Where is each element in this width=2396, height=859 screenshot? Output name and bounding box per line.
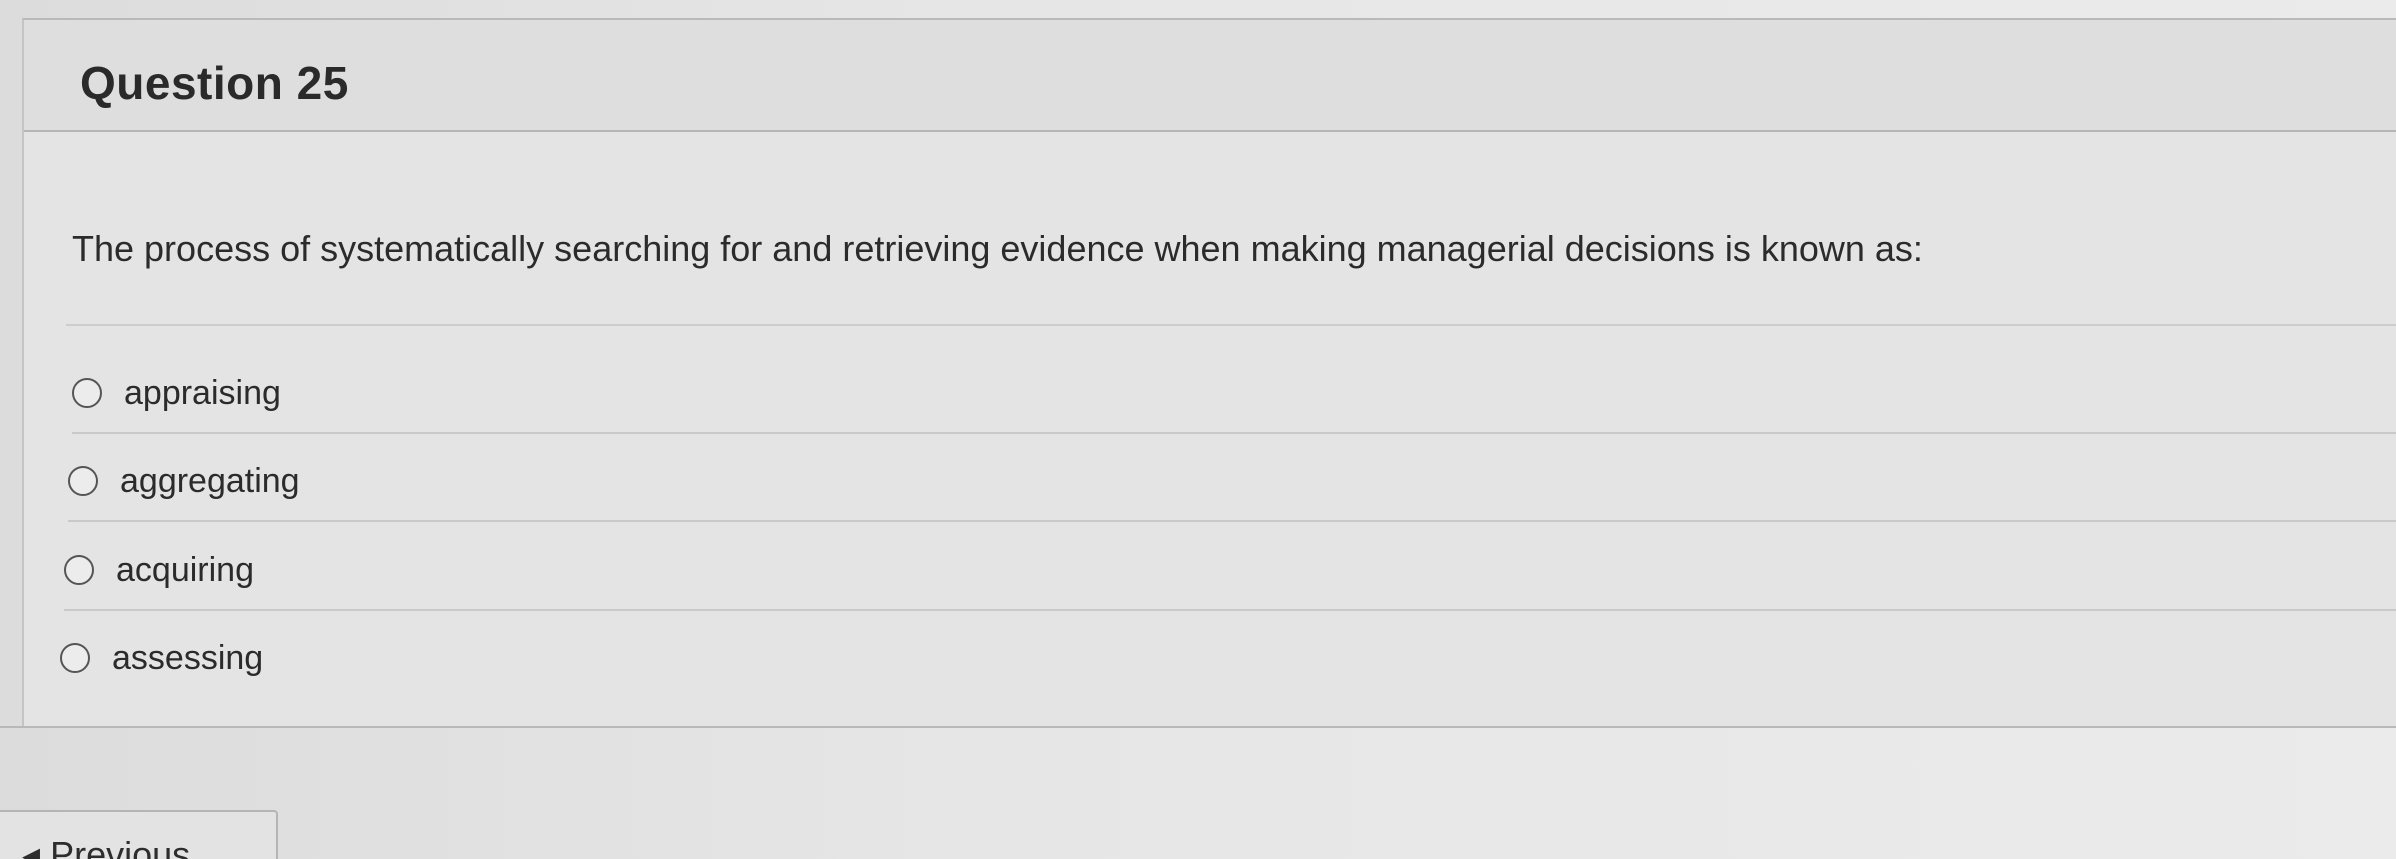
answer-label[interactable]: aggregating (120, 462, 300, 501)
previous-button-label: Previous (50, 834, 191, 859)
previous-button[interactable]: ◂ Previous (0, 810, 278, 859)
radio-button[interactable] (60, 643, 90, 673)
question-header: Question 25 (24, 20, 2396, 132)
answer-option-acquiring[interactable]: acquiring (64, 535, 2396, 605)
radio-button[interactable] (68, 466, 98, 496)
quiz-page: Question 25 The process of systematicall… (0, 0, 2396, 859)
answer-option-appraising[interactable]: appraising (72, 358, 2396, 428)
radio-button[interactable] (72, 378, 102, 408)
radio-button[interactable] (64, 555, 94, 585)
chevron-left-icon: ◂ (22, 834, 41, 859)
answer-label[interactable]: acquiring (116, 551, 254, 590)
question-title: Question 25 (80, 57, 349, 109)
answer-label[interactable]: appraising (124, 374, 281, 413)
answer-option-aggregating[interactable]: aggregating (68, 446, 2396, 516)
question-card: Question 25 The process of systematicall… (22, 18, 2396, 728)
card-bottom-border (0, 726, 2396, 728)
question-prompt: The process of systematically searching … (72, 228, 1923, 269)
answer-divider (68, 520, 2396, 522)
question-body: The process of systematically searching … (24, 132, 2396, 728)
answer-label[interactable]: assessing (112, 639, 263, 678)
answer-divider (64, 609, 2396, 611)
question-divider (66, 324, 2396, 326)
answer-divider (72, 432, 2396, 434)
answer-option-assessing[interactable]: assessing (60, 623, 2396, 693)
